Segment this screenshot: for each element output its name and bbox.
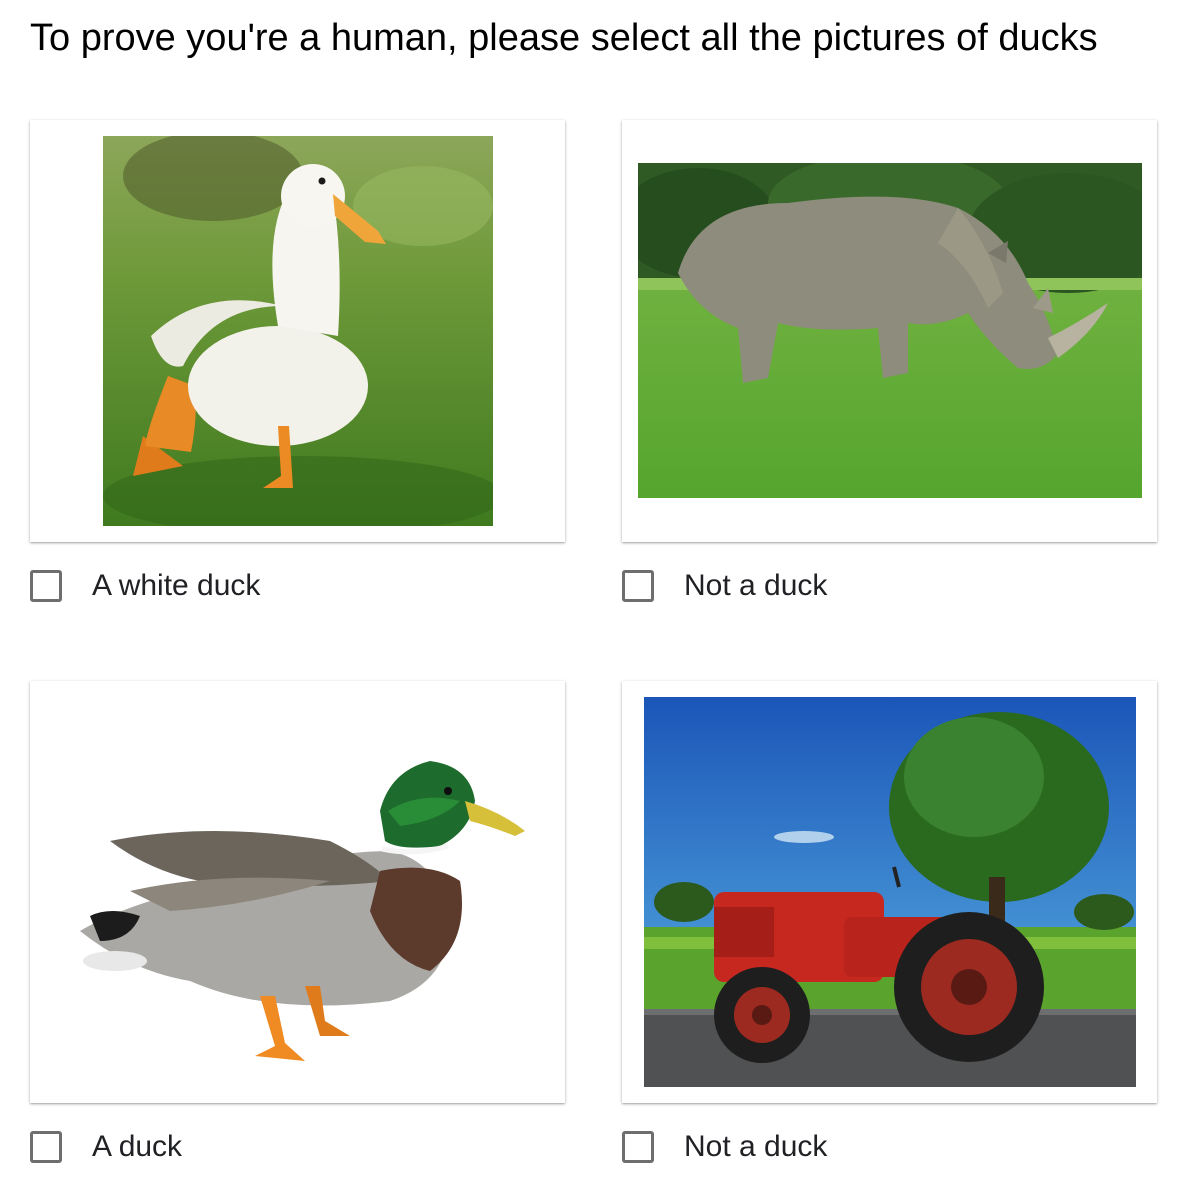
red-tractor-photo [644,697,1136,1087]
tractor-checkbox[interactable] [622,1131,654,1163]
tractor-image-card[interactable] [622,681,1157,1103]
rhinoceros-option-label: Not a duck [684,569,828,602]
option-white-duck[interactable]: A white duck [30,566,260,606]
white-duck-photo [103,136,493,526]
tractor-option-label: Not a duck [684,1130,828,1163]
rhinoceros-photo [638,163,1142,498]
page-title: To prove you're a human, please select a… [30,17,1098,59]
rhinoceros-image-card[interactable] [622,120,1157,542]
option-mallard-duck[interactable]: A duck [30,1127,182,1167]
option-rhinoceros[interactable]: Not a duck [622,566,827,606]
white-duck-option-label: A white duck [92,569,261,602]
option-tractor[interactable]: Not a duck [622,1127,827,1167]
mallard-duck-photo [70,731,530,1071]
mallard-duck-image-card[interactable] [30,681,565,1103]
white-duck-checkbox[interactable] [30,570,62,602]
white-duck-image-card[interactable] [30,120,565,542]
rhinoceros-checkbox[interactable] [622,570,654,602]
mallard-duck-option-label: A duck [92,1130,183,1163]
mallard-duck-checkbox[interactable] [30,1131,62,1163]
